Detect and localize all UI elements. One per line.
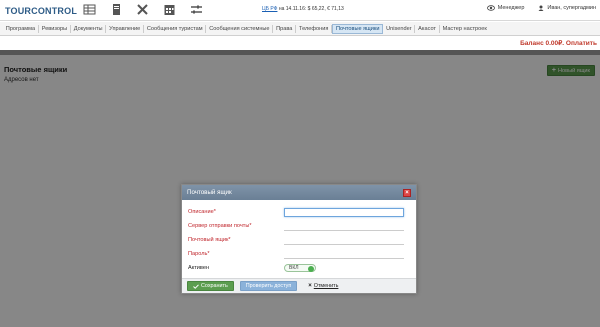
check-access-button[interactable]: Проверить доступ bbox=[239, 281, 298, 291]
top-bar: TOURCONTROL ЦБ РФ на 14.11.16: $ 65,22, … bbox=[0, 0, 600, 21]
password-field[interactable] bbox=[284, 249, 404, 259]
balance-row: Баланс 0.00₽. Оплатить bbox=[0, 37, 600, 49]
table-icon[interactable] bbox=[83, 3, 96, 16]
password-row: Пароль* bbox=[188, 249, 412, 259]
active-row: Активен ВКЛ bbox=[188, 263, 412, 273]
smtp-server-row: Сервер отправки почты* bbox=[188, 221, 412, 231]
calendar-icon[interactable] bbox=[163, 3, 176, 16]
menu-item-documents[interactable]: Документы bbox=[71, 24, 107, 33]
cancel-button[interactable]: × Отменить bbox=[303, 281, 343, 291]
save-label: Сохранить bbox=[201, 283, 228, 289]
dialog-header: Почтовый ящик × bbox=[182, 185, 416, 200]
menu-item-auditors[interactable]: Ревизоры bbox=[39, 24, 71, 33]
mailbox-dialog: Почтовый ящик × Описание* Сервер отправк… bbox=[181, 184, 417, 294]
user-menu[interactable]: Иван, супергадмин bbox=[538, 5, 596, 11]
manager-label: Менеджер bbox=[497, 5, 525, 11]
main-menu: Программа Ревизоры Документы Управление … bbox=[0, 22, 600, 36]
toggle-label: ВКЛ bbox=[289, 265, 299, 271]
manager-link[interactable]: Менеджер bbox=[486, 5, 525, 11]
mailbox-field[interactable] bbox=[284, 235, 404, 245]
menu-item-unisender[interactable]: Unisender bbox=[383, 24, 416, 33]
dialog-footer: Сохранить Проверить доступ × Отменить bbox=[182, 278, 416, 293]
menu-item-mailboxes[interactable]: Почтовые ящики bbox=[332, 23, 384, 34]
menu-item-setup-wizard[interactable]: Мастер настроек bbox=[440, 25, 490, 33]
mailbox-label: Почтовый ящик* bbox=[188, 237, 231, 243]
toggle-knob bbox=[308, 265, 314, 272]
active-label: Активен bbox=[188, 265, 210, 271]
description-field[interactable] bbox=[284, 207, 404, 217]
user-area: Менеджер Иван, супергадмин bbox=[486, 5, 596, 11]
dialog-title: Почтовый ящик bbox=[187, 189, 232, 196]
menu-item-program[interactable]: Программа bbox=[3, 24, 39, 33]
mailbox-row: Почтовый ящик* bbox=[188, 235, 412, 245]
eye-icon bbox=[486, 5, 495, 11]
check-access-label: Проверить доступ bbox=[245, 283, 292, 289]
menu-item-telephony[interactable]: Телефония bbox=[296, 24, 333, 33]
menu-item-tourist-messages[interactable]: Сообщения туристам bbox=[144, 24, 207, 33]
menu-item-management[interactable]: Управление bbox=[106, 24, 145, 33]
active-toggle[interactable]: ВКЛ bbox=[284, 264, 316, 272]
description-label: Описание* bbox=[188, 209, 216, 215]
user-icon bbox=[538, 5, 544, 11]
check-icon bbox=[193, 283, 199, 289]
exchange-rate-info: ЦБ РФ на 14.11.16: $ 65,22, € 71,13 bbox=[262, 6, 344, 12]
smtp-server-label: Сервер отправки почты* bbox=[188, 223, 252, 229]
balance-link[interactable]: Баланс 0.00₽. Оплатить bbox=[520, 39, 597, 47]
save-button[interactable]: Сохранить bbox=[187, 281, 234, 291]
logo[interactable]: TOURCONTROL bbox=[3, 3, 78, 18]
sliders-icon[interactable] bbox=[190, 3, 203, 16]
smtp-server-field[interactable] bbox=[284, 221, 404, 231]
document-icon[interactable] bbox=[110, 3, 123, 16]
password-label: Пароль* bbox=[188, 251, 210, 257]
close-icon[interactable]: × bbox=[403, 188, 411, 197]
close-x-icon: × bbox=[308, 283, 312, 289]
exchange-rate-text: на 14.11.16: $ 65,22, € 71,13 bbox=[278, 6, 344, 12]
exchange-rate-link[interactable]: ЦБ РФ bbox=[262, 6, 277, 12]
user-label: Иван, супергадмин bbox=[547, 5, 596, 11]
menu-item-akasot[interactable]: Акасот bbox=[415, 24, 440, 33]
tools-icon[interactable] bbox=[136, 3, 149, 16]
description-row: Описание* bbox=[188, 207, 412, 217]
logo-text: TOURCONTROL bbox=[5, 5, 78, 16]
menu-item-system-messages[interactable]: Сообщения системные bbox=[206, 24, 274, 33]
menu-item-rights[interactable]: Права bbox=[273, 24, 297, 33]
cancel-label: Отменить bbox=[313, 283, 339, 289]
